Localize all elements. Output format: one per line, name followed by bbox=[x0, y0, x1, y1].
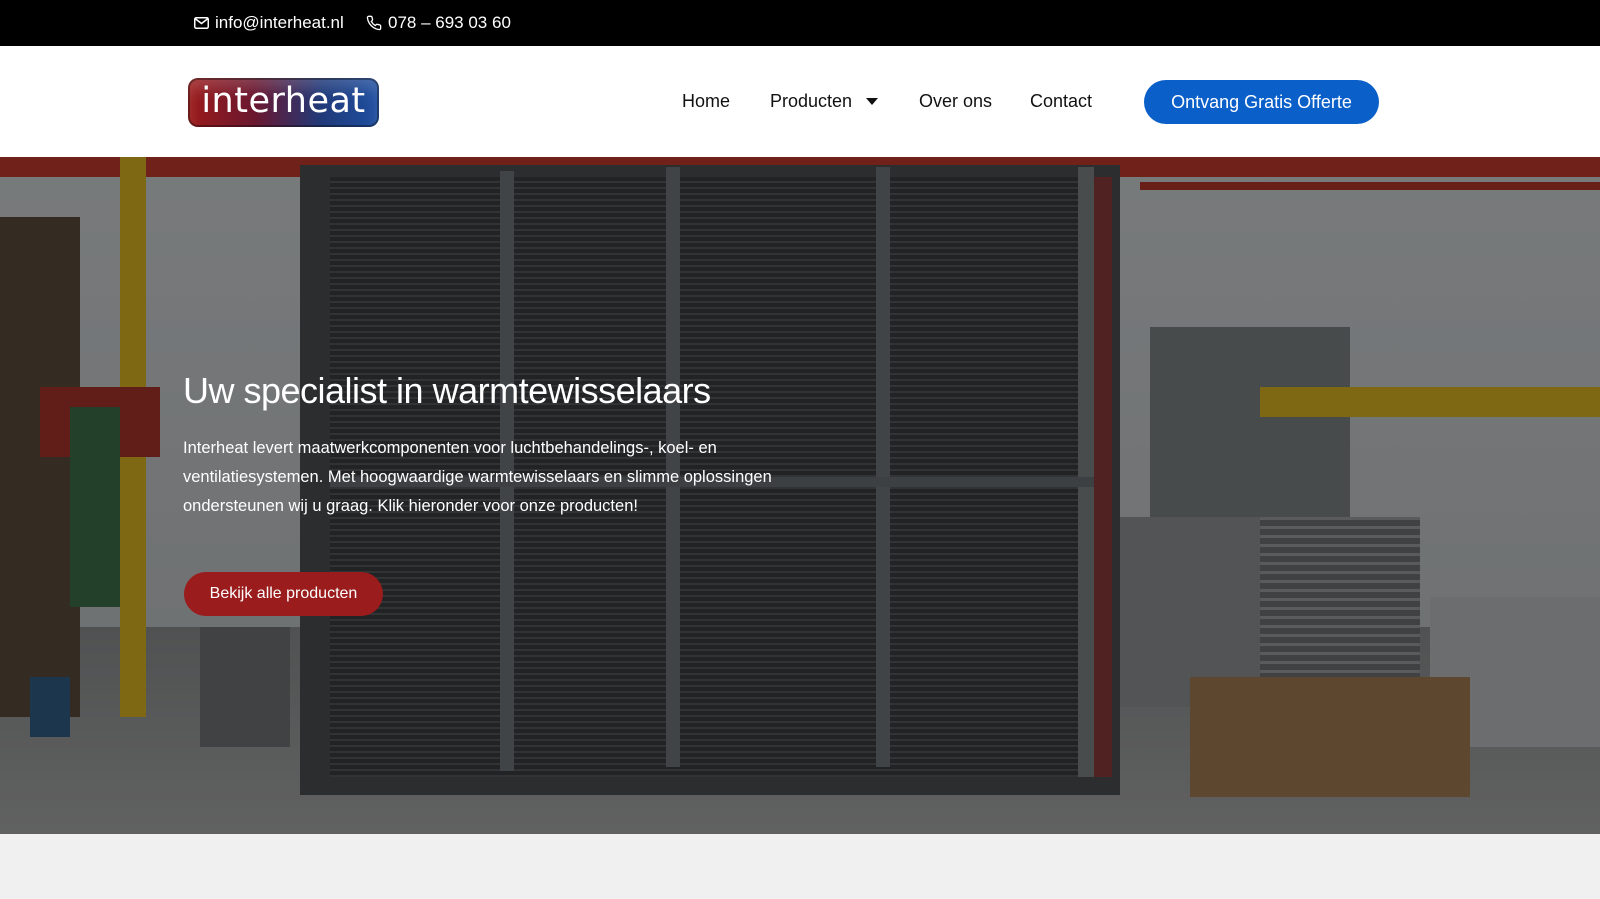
nav-home[interactable]: Home bbox=[682, 46, 730, 157]
email-text: info@interheat.nl bbox=[215, 13, 344, 32]
site-header: interheat Home Producten Over ons Contac… bbox=[0, 46, 1600, 157]
nav-producten-label: Producten bbox=[770, 91, 853, 111]
envelope-icon bbox=[194, 17, 209, 29]
nav-producten[interactable]: Producten bbox=[770, 46, 879, 157]
caret-down-icon bbox=[866, 98, 879, 105]
next-section bbox=[0, 834, 1600, 899]
phone-link[interactable]: 078 – 693 03 60 bbox=[366, 0, 511, 46]
free-quote-button[interactable]: Ontvang Gratis Offerte bbox=[1144, 80, 1379, 124]
hero-description: Interheat levert maatwerkcomponenten voo… bbox=[183, 439, 772, 515]
phone-text: 078 – 693 03 60 bbox=[388, 13, 511, 32]
hero-section: Uw specialist in warmtewisselaars Interh… bbox=[0, 157, 1600, 834]
top-contact-bar: info@interheat.nl 078 – 693 03 60 bbox=[0, 0, 1600, 46]
phone-icon bbox=[366, 15, 382, 31]
nav-over-ons[interactable]: Over ons bbox=[919, 46, 992, 157]
hero-title: Uw specialist in warmtewisselaars bbox=[183, 370, 711, 411]
nav-contact[interactable]: Contact bbox=[1030, 46, 1092, 157]
email-link[interactable]: info@interheat.nl bbox=[194, 0, 344, 46]
view-all-products-button[interactable]: Bekijk alle producten bbox=[184, 572, 383, 616]
